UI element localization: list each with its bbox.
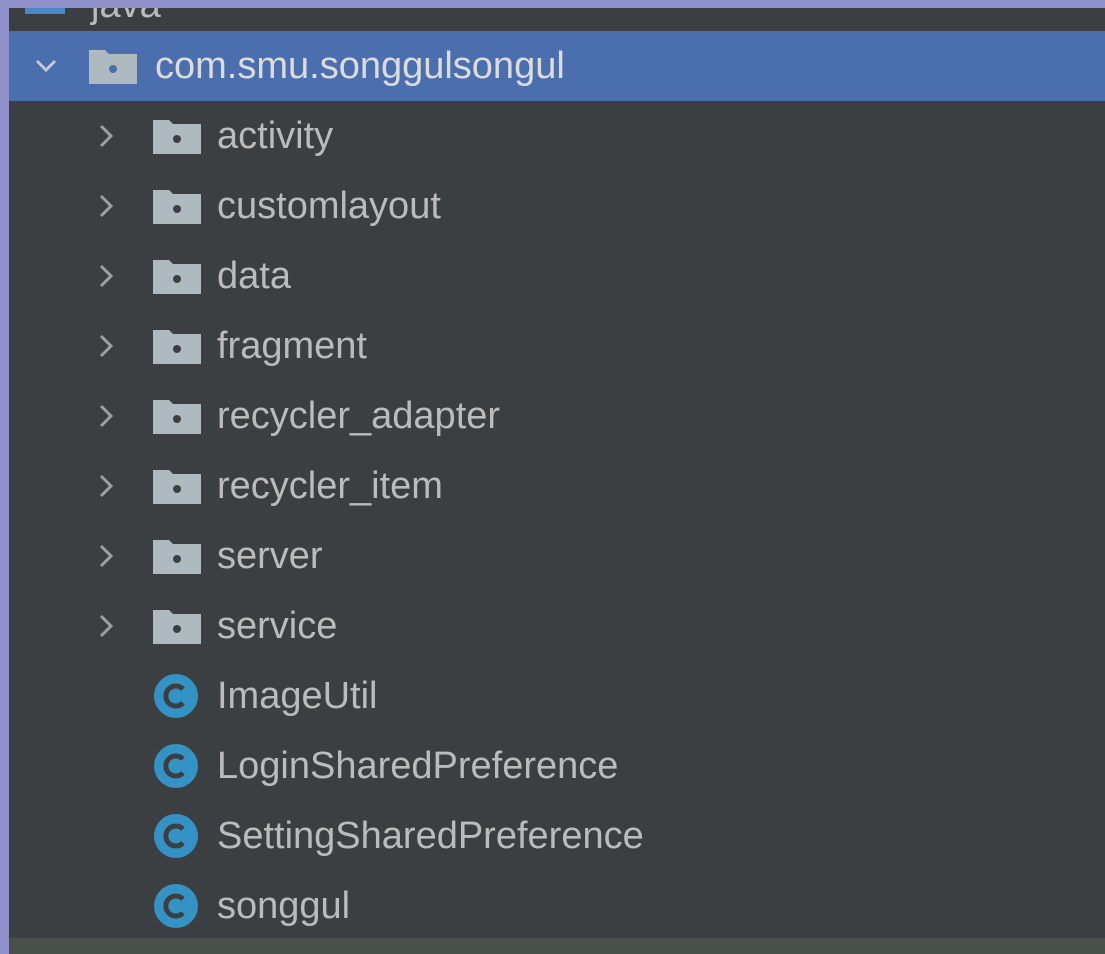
class-icon: [154, 884, 198, 928]
chevron-right-icon[interactable]: [91, 611, 121, 641]
tree-item-label: activity: [217, 115, 334, 157]
project-tree-panel: java com.smu.songgulsongul activity cu: [9, 8, 1105, 954]
chevron-right-icon[interactable]: [91, 471, 121, 501]
package-icon: [153, 190, 201, 224]
tree-item-package[interactable]: customlayout: [9, 171, 1105, 241]
next-row-partial[interactable]: [9, 938, 1105, 954]
package-icon: [153, 610, 201, 644]
tree-item-package[interactable]: server: [9, 521, 1105, 591]
chevron-right-icon[interactable]: [91, 121, 121, 151]
tree-item-label: recycler_item: [217, 465, 443, 507]
tree-item-label: SettingSharedPreference: [217, 815, 644, 857]
source-folder-icon: [25, 8, 65, 14]
package-icon: [153, 260, 201, 294]
chevron-right-icon[interactable]: [91, 261, 121, 291]
package-icon: [153, 400, 201, 434]
tree-item-package[interactable]: recycler_item: [9, 451, 1105, 521]
tree-item-label: service: [217, 605, 338, 647]
package-icon: [153, 120, 201, 154]
tree-item-class[interactable]: ImageUtil: [9, 661, 1105, 731]
tree-item-package[interactable]: activity: [9, 101, 1105, 171]
chevron-right-icon[interactable]: [91, 401, 121, 431]
tree-item-label: fragment: [217, 325, 367, 367]
tree-item-label: ImageUtil: [217, 675, 378, 717]
tree-item-package[interactable]: service: [9, 591, 1105, 661]
tree-item-package[interactable]: data: [9, 241, 1105, 311]
tree-item-label: LoginSharedPreference: [217, 745, 619, 787]
package-icon: [153, 470, 201, 504]
package-icon: [89, 50, 137, 84]
tree-item-package-root[interactable]: com.smu.songgulsongul: [9, 31, 1105, 101]
class-icon: [154, 674, 198, 718]
tree-item-class[interactable]: LoginSharedPreference: [9, 731, 1105, 801]
tree-item-label: data: [217, 255, 291, 297]
class-icon: [154, 744, 198, 788]
tree-item-label: customlayout: [217, 185, 441, 227]
chevron-right-icon[interactable]: [91, 331, 121, 361]
class-icon: [154, 814, 198, 858]
package-icon: [153, 330, 201, 364]
chevron-right-icon[interactable]: [91, 541, 121, 571]
tree-item-label: recycler_adapter: [217, 395, 501, 437]
tree-item-package[interactable]: recycler_adapter: [9, 381, 1105, 451]
tree-item-class[interactable]: songgul: [9, 871, 1105, 941]
tree-item-package[interactable]: fragment: [9, 311, 1105, 381]
chevron-right-icon[interactable]: [91, 191, 121, 221]
tree-item-class[interactable]: SettingSharedPreference: [9, 801, 1105, 871]
tree-item-label: com.smu.songgulsongul: [155, 45, 565, 87]
tree-item-label: server: [217, 535, 323, 577]
tree-item-label: songgul: [217, 885, 351, 927]
package-icon: [153, 540, 201, 574]
chevron-down-icon[interactable]: [31, 51, 61, 81]
